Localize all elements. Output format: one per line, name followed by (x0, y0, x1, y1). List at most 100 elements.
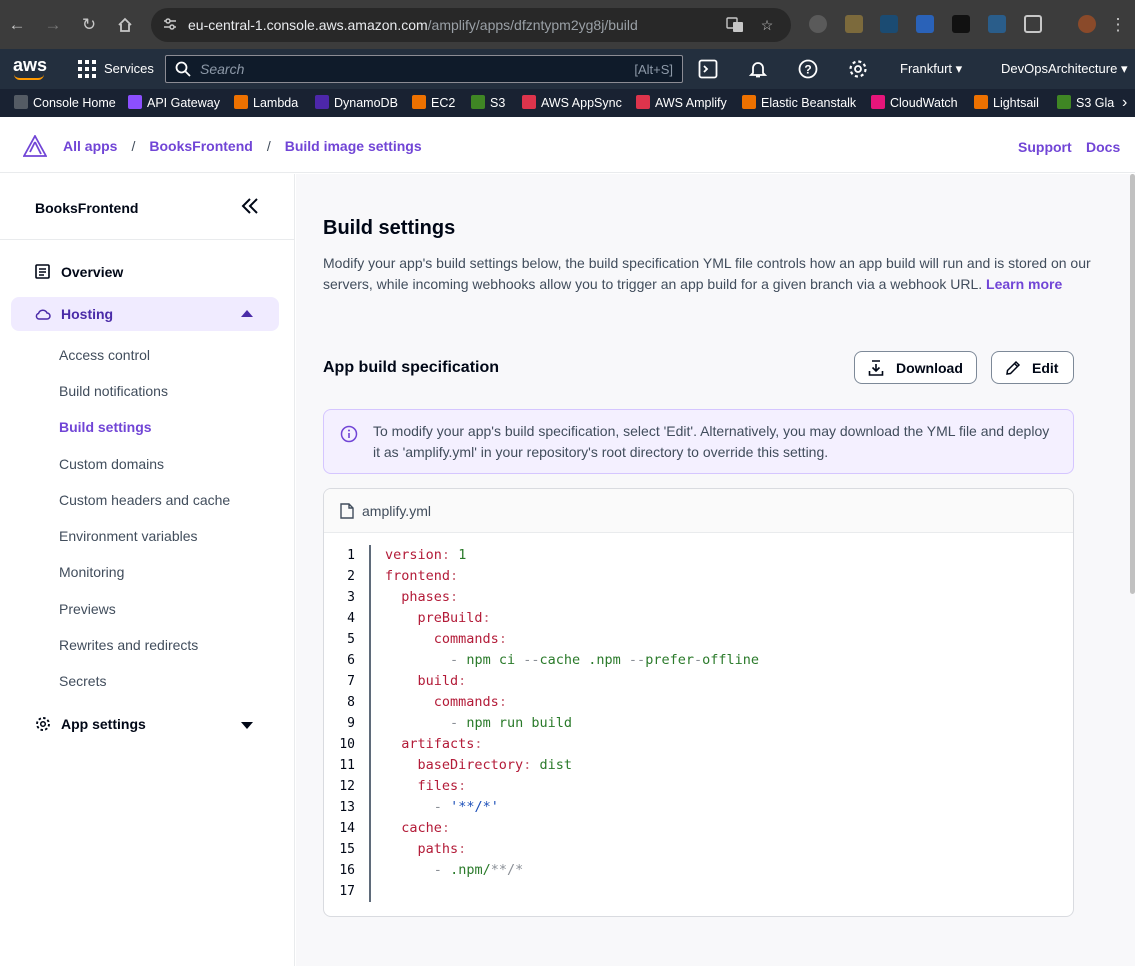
sidebar-subitem[interactable]: Custom headers and cache (59, 492, 230, 508)
page-description: Modify your app's build settings below, … (323, 255, 1091, 292)
support-link[interactable]: Support (1018, 139, 1072, 155)
code-line: version: 1 (385, 547, 467, 563)
search-icon (175, 61, 191, 77)
sidebar-subitem[interactable]: Monitoring (59, 564, 124, 580)
more-favorites-icon[interactable]: › (1122, 94, 1127, 112)
favorites-bar: Console Home API Gateway Lambda DynamoDB EC2… (0, 89, 1135, 117)
sidebar-subitem[interactable]: Secrets (59, 673, 106, 689)
line-number: 7 (347, 674, 355, 689)
edit-button[interactable]: Edit (991, 351, 1074, 384)
favorite-link[interactable]: API Gateway (128, 94, 220, 112)
caret-down-icon (241, 722, 253, 729)
code-line: commands: (433, 631, 507, 647)
forward-icon[interactable]: → (40, 12, 66, 38)
sidebar-subitem[interactable]: Rewrites and redirects (59, 637, 198, 653)
docs-link[interactable]: Docs (1086, 139, 1120, 155)
favorite-link[interactable]: S3 Gla (1057, 94, 1114, 112)
editor-header: amplify.yml (324, 489, 1073, 533)
code-content[interactable]: version: 1 frontend: phases: preBuild: c… (385, 545, 759, 902)
sidebar-subitem[interactable]: Custom domains (59, 456, 164, 472)
favorite-link[interactable]: Console Home (14, 94, 116, 112)
sidebar-item-hosting[interactable]: Hosting (11, 297, 279, 331)
search-input[interactable] (200, 60, 600, 78)
favorite-link[interactable]: Lightsail (974, 94, 1039, 112)
line-number: 17 (339, 884, 355, 899)
service-icon (128, 95, 142, 109)
editor-filename: amplify.yml (362, 503, 431, 519)
browser-toolbar: ← → ↻ eu-central-1.console.aws.amazon.co… (0, 0, 1135, 49)
region-selector[interactable]: Frankfurt ▾ (900, 61, 962, 77)
sidebar-subitem[interactable]: Previews (59, 601, 116, 617)
line-number: 12 (339, 779, 355, 794)
more-menu-icon[interactable]: ⋮ (1105, 12, 1131, 38)
line-number: 8 (347, 695, 355, 710)
learn-more-link[interactable]: Learn more (986, 276, 1062, 292)
code-line: - npm run build (450, 715, 572, 731)
service-icon (1057, 95, 1071, 109)
code-line: commands: (433, 694, 507, 710)
console-search[interactable]: [Alt+S] (165, 55, 683, 83)
sidebar-item-app-settings[interactable]: App settings (35, 714, 260, 736)
amplify-logo-icon[interactable] (23, 135, 47, 157)
download-button[interactable]: Download (854, 351, 977, 384)
sidebar: BooksFrontend Overview Hosting Access co… (0, 174, 295, 966)
line-number: 10 (339, 737, 355, 752)
favorite-link[interactable]: EC2 (412, 94, 455, 112)
help-icon[interactable]: ? (798, 59, 818, 79)
code-line: artifacts: (401, 736, 483, 752)
line-number: 2 (347, 569, 355, 584)
services-grid-icon[interactable] (78, 60, 96, 78)
extension-icon[interactable] (952, 15, 970, 33)
favorite-link[interactable]: Lambda (234, 94, 298, 112)
favorite-link[interactable]: Elastic Beanstalk (742, 94, 856, 112)
url-text[interactable]: eu-central-1.console.aws.amazon.com/ampl… (188, 17, 638, 33)
line-number: 3 (347, 590, 355, 605)
scrollbar[interactable] (1130, 174, 1135, 594)
settings-gear-icon[interactable] (848, 59, 868, 79)
code-editor[interactable]: amplify.yml 1 2 3 4 5 6 7 8 9 10 11 12 13 14 15 16 17 ve… (323, 488, 1074, 917)
sidebar-subitem[interactable]: Build settings (59, 419, 152, 435)
account-menu[interactable]: DevOpsArchitecture ▾ (1001, 61, 1127, 77)
line-number: 5 (347, 632, 355, 647)
breadcrumb-app[interactable]: BooksFrontend (149, 138, 252, 154)
breadcrumb-current[interactable]: Build image settings (285, 138, 422, 154)
gear-icon (36, 717, 50, 731)
favorite-link[interactable]: DynamoDB (315, 94, 398, 112)
code-line: cache: (401, 820, 451, 836)
site-info-icon[interactable] (161, 16, 179, 34)
document-icon (35, 264, 50, 279)
home-icon[interactable] (112, 12, 138, 38)
extension-icon[interactable] (845, 15, 863, 33)
favorite-link[interactable]: CloudWatch (871, 94, 958, 112)
services-menu[interactable]: Services (104, 61, 154, 76)
sidebar-subitem[interactable]: Build notifications (59, 383, 168, 399)
favorite-link[interactable]: AWS Amplify (636, 94, 727, 112)
react-devtools-icon[interactable] (880, 15, 898, 33)
service-icon (315, 95, 329, 109)
favorite-link[interactable]: S3 (471, 94, 505, 112)
cloudshell-icon[interactable] (698, 59, 718, 79)
back-icon[interactable]: ← (4, 12, 30, 38)
aws-logo[interactable]: aws (13, 55, 47, 81)
sidebar-subitem[interactable]: Access control (59, 347, 150, 363)
line-number: 1 (347, 548, 355, 563)
favorite-link[interactable]: AWS AppSync (522, 94, 622, 112)
extension-icon[interactable] (988, 15, 1006, 33)
code-line: - npm ci --cache .npm --prefer-offline (450, 652, 760, 668)
line-number-gutter: 1 2 3 4 5 6 7 8 9 10 11 12 13 14 15 16 17 (324, 545, 370, 902)
sidebar-subitem[interactable]: Environment variables (59, 528, 198, 544)
address-bar[interactable]: eu-central-1.console.aws.amazon.com/ampl… (151, 8, 791, 42)
translate-icon[interactable] (726, 16, 744, 34)
collapse-sidebar-icon[interactable] (240, 196, 260, 216)
breadcrumb-all-apps[interactable]: All apps (63, 138, 117, 154)
amplify-header: All apps / BooksFrontend / Build image setti… (0, 118, 1135, 173)
extensions-puzzle-icon[interactable] (1024, 15, 1042, 33)
reload-icon[interactable]: ↻ (76, 12, 102, 38)
notifications-bell-icon[interactable] (748, 59, 768, 79)
line-number: 6 (347, 653, 355, 668)
service-icon (234, 95, 248, 109)
bookmark-star-icon[interactable]: ☆ (758, 16, 776, 34)
extension-icon[interactable] (916, 15, 934, 33)
extension-icon[interactable] (809, 15, 827, 33)
profile-avatar[interactable] (1078, 15, 1096, 33)
